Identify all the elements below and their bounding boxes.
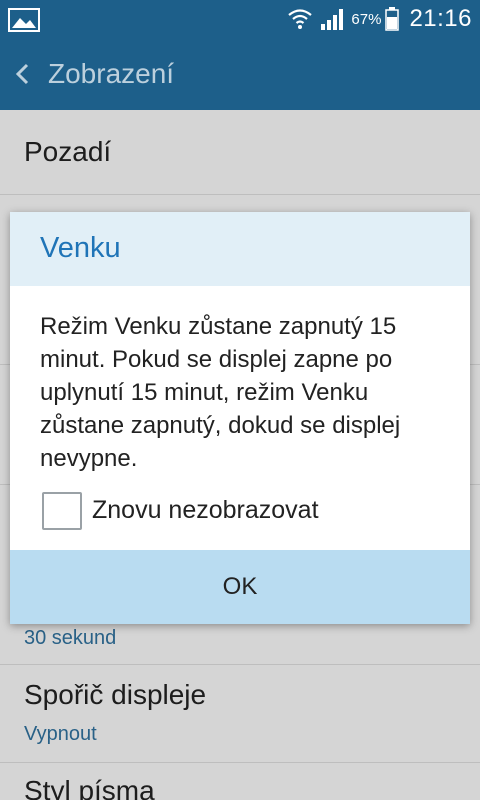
dont-show-again-label[interactable]: Znovu nezobrazovat bbox=[92, 496, 319, 525]
ok-button-label: OK bbox=[222, 573, 258, 600]
outdoor-mode-dialog: Venku Režim Venku zůstane zapnutý 15 min… bbox=[10, 212, 470, 624]
dont-show-again-checkbox[interactable] bbox=[42, 492, 82, 530]
app-bar: Zobrazení bbox=[0, 38, 480, 110]
ok-button[interactable]: OK bbox=[10, 550, 470, 624]
dialog-title: Venku bbox=[40, 232, 121, 264]
back-chevron-icon[interactable] bbox=[12, 62, 32, 86]
status-bar: 67% 21:16 bbox=[0, 0, 480, 38]
image-icon bbox=[8, 8, 40, 32]
battery-percent: 67% bbox=[351, 10, 382, 28]
dialog-message: Režim Venku zůstane zapnutý 15 minut. Po… bbox=[40, 313, 401, 472]
battery-icon bbox=[385, 7, 400, 31]
page-title: Zobrazení bbox=[48, 58, 175, 89]
dialog-header: Venku bbox=[10, 212, 470, 286]
screen: 67% 21:16 Zobrazení Pozadí 30 sekund Spo… bbox=[0, 0, 480, 800]
signal-icon bbox=[321, 9, 344, 30]
clock: 21:16 bbox=[409, 5, 472, 32]
wifi-icon bbox=[288, 9, 313, 29]
